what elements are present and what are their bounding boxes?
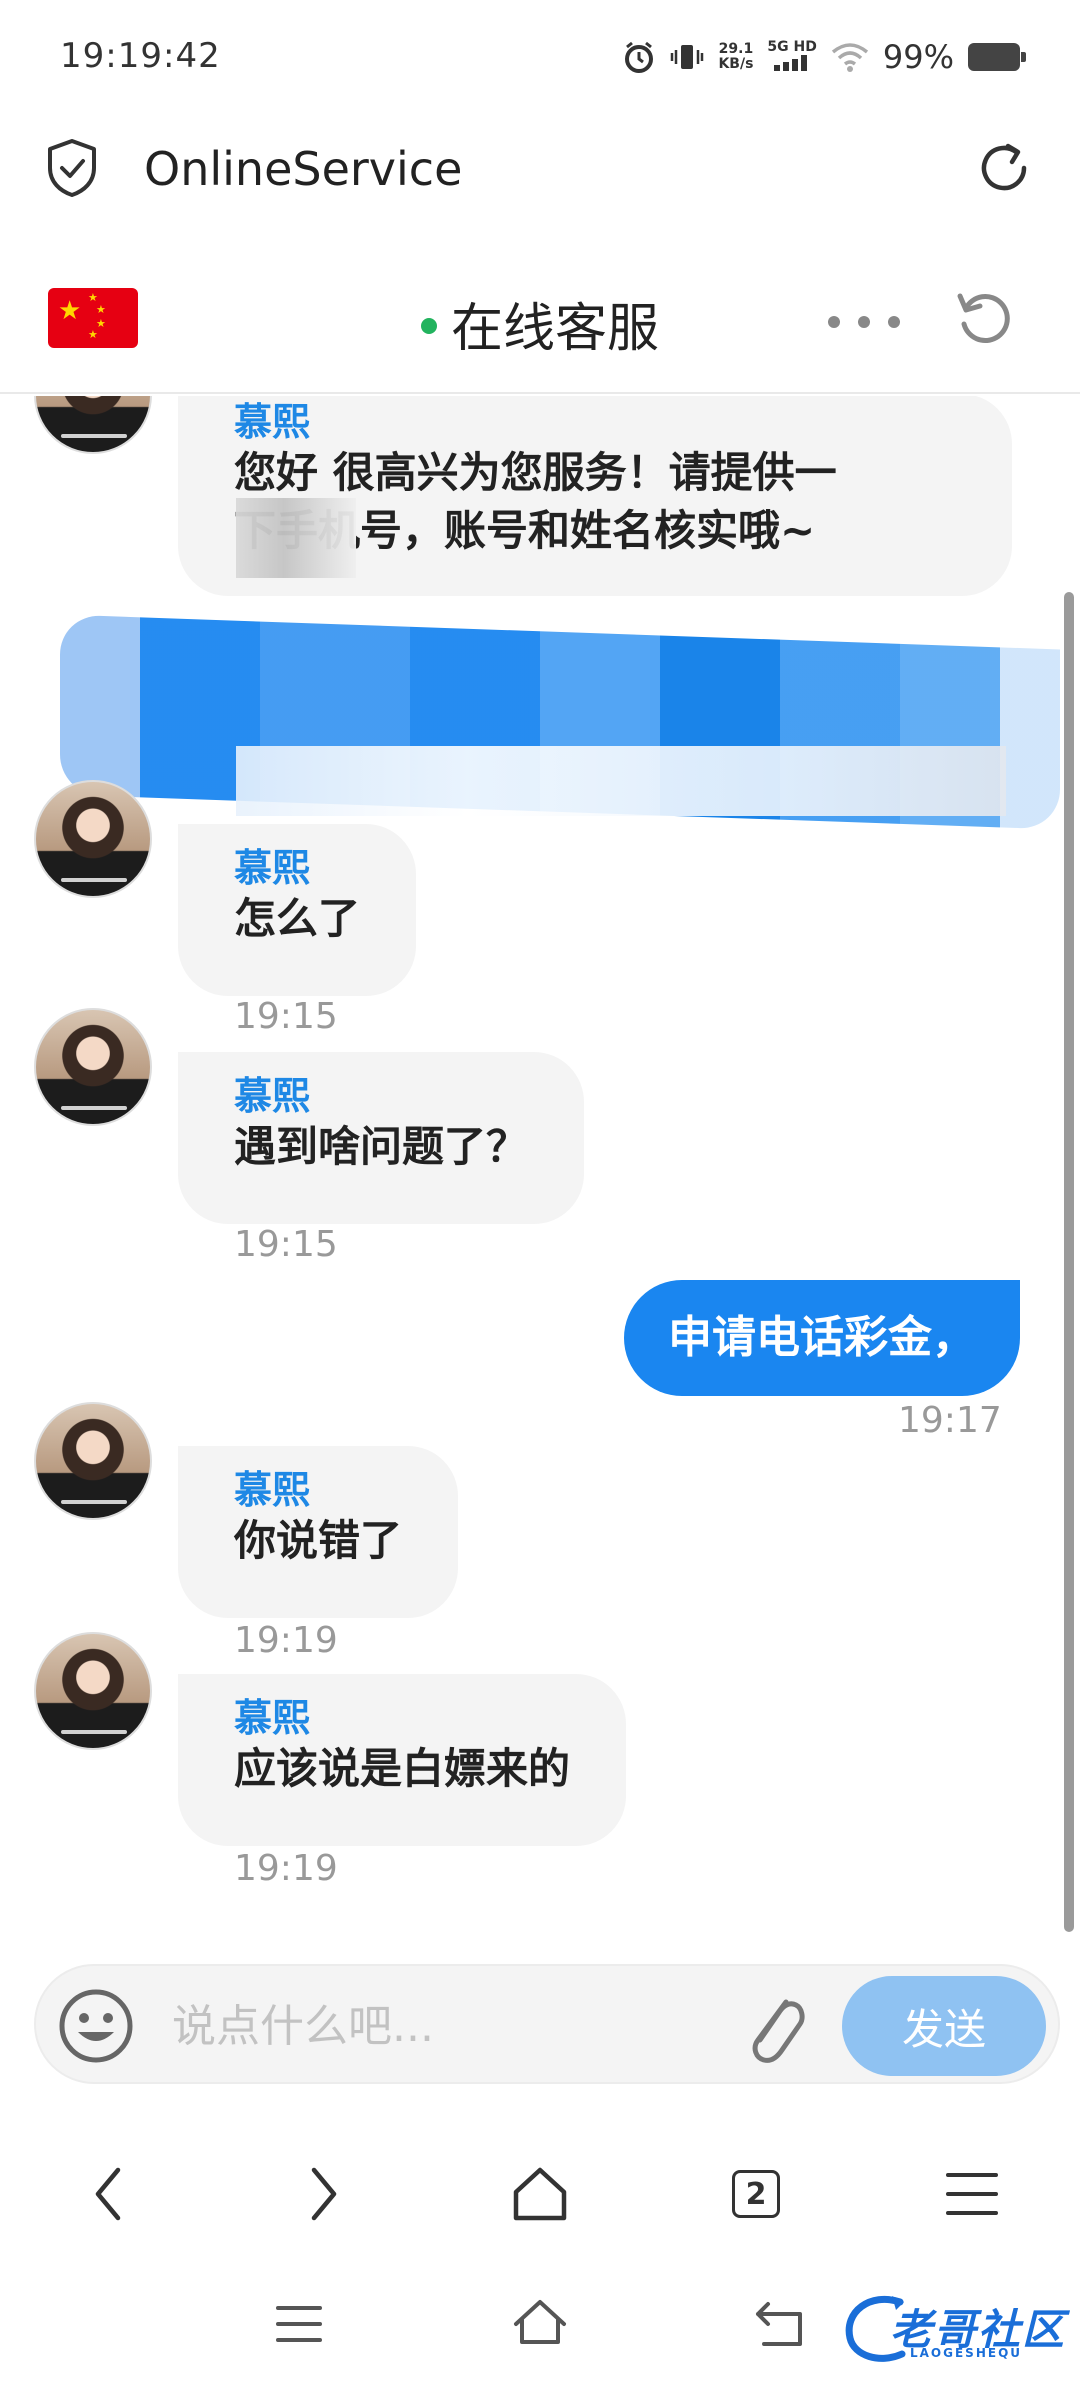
watermark-logo: 老哥社区 LAOGESHEQU — [840, 2288, 1070, 2368]
message-scrollbar[interactable] — [1064, 592, 1074, 1932]
online-status-dot — [420, 318, 437, 334]
net-speed-value: 29.1 — [718, 41, 754, 57]
message-list[interactable]: 慕熙 您好 很高兴为您服务！请提供一 下手机号，账号和姓名核实哦~ 慕熙 怎么了… — [0, 396, 1080, 1956]
home-icon — [513, 2167, 567, 2221]
refresh-icon[interactable] — [974, 138, 1034, 198]
agent-avatar[interactable] — [34, 1008, 152, 1126]
more-options-icon[interactable] — [828, 316, 900, 328]
message-text: 怎么了 — [234, 894, 361, 943]
chat-header: ★ ★ ★ ★ ★ 在线客服 — [0, 250, 1080, 394]
alarm-icon — [625, 41, 654, 73]
system-home-icon[interactable] — [510, 2296, 570, 2348]
tab-count: 2 — [732, 2170, 780, 2218]
vibrate-icon — [671, 45, 704, 69]
status-time: 19:19:42 — [60, 36, 221, 76]
home-button[interactable] — [500, 2154, 580, 2234]
browser-top-bar: OnlineService — [0, 118, 1080, 226]
message-text: 遇到啥问题了？ — [234, 1122, 529, 1171]
recent-apps-icon[interactable] — [274, 2302, 324, 2346]
message-bubble-incoming: 慕熙 应该说是白嫖来的 — [178, 1674, 627, 1846]
chat-title-text: 在线客服 — [450, 299, 659, 359]
menu-button[interactable] — [932, 2154, 1012, 2234]
battery-icon — [968, 43, 1026, 71]
message-timestamp: 19:15 — [234, 996, 338, 1037]
status-indicators: 29.1 KB/s 5G HD 99% — [622, 38, 1026, 76]
agent-avatar[interactable] — [34, 1402, 152, 1520]
net-speed: 29.1 KB/s — [718, 42, 753, 72]
agent-avatar[interactable] — [34, 396, 152, 454]
hamburger-menu-icon — [946, 2173, 998, 2215]
chevron-right-icon — [311, 2167, 337, 2221]
sender-name: 慕熙 — [234, 846, 311, 890]
chat-title: 在线客服 — [0, 286, 1080, 361]
battery-percent: 99% — [882, 38, 954, 76]
chevron-left-icon — [95, 2167, 121, 2221]
forward-button[interactable] — [284, 2154, 364, 2234]
wifi-icon — [831, 43, 868, 72]
message-timestamp: 19:15 — [234, 1224, 338, 1265]
tabs-button[interactable]: 2 — [716, 2154, 796, 2234]
shield-check-icon[interactable] — [46, 138, 98, 198]
message-timestamp: 19:19 — [234, 1848, 338, 1889]
paperclip-icon[interactable] — [738, 1988, 808, 2068]
sender-name: 慕熙 — [234, 1696, 311, 1740]
message-timestamp: 19:19 — [234, 1620, 338, 1661]
system-nav-bar: 老哥社区 LAOGESHEQU — [0, 2270, 1080, 2380]
sender-name: 慕熙 — [234, 400, 311, 444]
sender-name: 慕熙 — [234, 1468, 311, 1512]
message-bubble-outgoing: 申请电话彩金， — [624, 1280, 1020, 1396]
browser-page-title: OnlineService — [144, 142, 463, 196]
message-text: 你说错了 — [234, 1516, 403, 1565]
message-input[interactable] — [172, 1994, 732, 2058]
message-bubble-incoming: 慕熙 怎么了 — [178, 824, 417, 996]
signal-icon — [774, 54, 808, 71]
send-button[interactable]: 发送 — [842, 1976, 1046, 2076]
mosaic-censor-overlay — [236, 746, 1006, 816]
agent-avatar[interactable] — [34, 1632, 152, 1750]
back-button[interactable] — [68, 2154, 148, 2234]
message-bubble-incoming: 慕熙 遇到啥问题了？ — [178, 1052, 585, 1224]
reset-icon[interactable] — [952, 286, 1016, 350]
status-bar: 19:19:42 29.1 KB/s 5G HD 99% — [0, 0, 1080, 118]
sender-name: 慕熙 — [234, 1074, 311, 1118]
message-text: 您好 很高兴为您服务！请提供一 — [234, 448, 837, 497]
emoji-icon[interactable] — [56, 1986, 136, 2066]
network-badge: 5G HD — [767, 38, 817, 75]
browser-nav-bar: 2 — [0, 2140, 1080, 2250]
system-back-icon[interactable] — [752, 2300, 808, 2348]
message-bubble-incoming: 慕熙 你说错了 — [178, 1446, 459, 1618]
watermark-subtext: LAOGESHEQU — [910, 2346, 1023, 2360]
agent-avatar[interactable] — [34, 780, 152, 898]
network-label: 5G HD — [767, 38, 817, 55]
mosaic-censor — [236, 498, 356, 578]
message-input-bar: 发送 — [34, 1964, 1060, 2084]
message-text: 应该说是白嫖来的 — [234, 1744, 571, 1793]
net-speed-unit: KB/s — [718, 56, 754, 72]
message-timestamp: 19:17 — [898, 1400, 1002, 1441]
